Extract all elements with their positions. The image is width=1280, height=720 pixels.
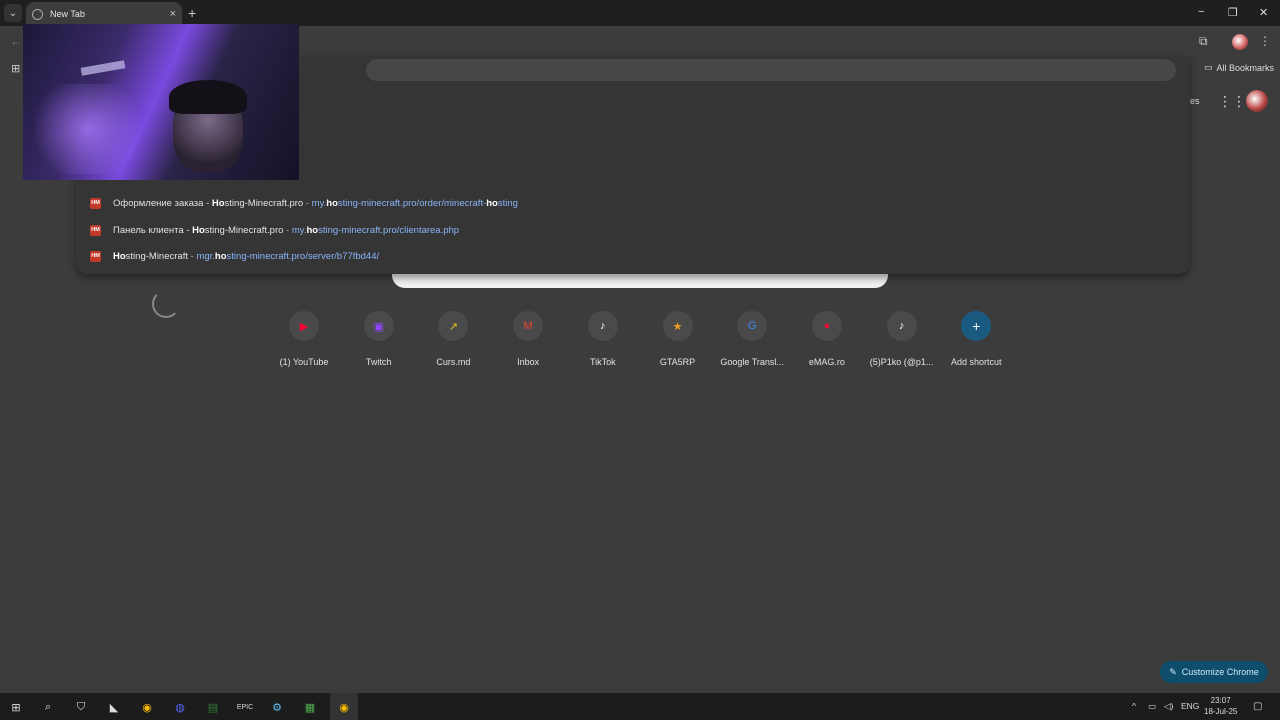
customize-chrome-label: Customize Chrome xyxy=(1181,667,1259,677)
shortcut-label: Inbox xyxy=(517,357,540,367)
chrome-icon[interactable]: ◉ xyxy=(139,699,155,715)
shortcut-favicon-icon: ★ xyxy=(662,311,693,341)
minimize-button[interactable]: − xyxy=(1198,6,1204,18)
shortcut-tile[interactable]: ▶ (1) YouTube xyxy=(266,310,342,367)
shortcut-label: (1) YouTube xyxy=(279,357,329,367)
clock-date: 18-Jul-25 xyxy=(1204,707,1238,716)
plus-icon: + xyxy=(961,311,992,341)
hosting-favicon-icon: HM xyxy=(90,197,101,209)
taskbar-clock[interactable]: 23:07 18-Jul-25 xyxy=(1204,695,1237,717)
shortcuts-grid: ▶ (1) YouTube ▣ Twitch ↗ Curs.md M Inbox ♪ TikTok… xyxy=(266,310,1016,370)
shortcut-label: TikTok xyxy=(589,357,616,367)
restore-button[interactable]: ❐ xyxy=(1228,6,1238,19)
shortcut-favicon-icon: ▶ xyxy=(289,311,319,341)
windows-taskbar: ⊞ ⌕ ⛉ ◣ ◉ ◍ ▤ EPIC ⚙ ▦ ◉ ^ ▭ ◁) ENG ▢ xyxy=(0,693,1280,720)
all-bookmarks-label: All Bookmarks xyxy=(1216,62,1275,73)
security-shield-icon[interactable]: ⛉ xyxy=(73,699,89,715)
suggestion-separator: - xyxy=(283,224,292,236)
suggestion-separator: - xyxy=(187,250,197,262)
suggestion-title: Hosting-Minecraft xyxy=(113,250,188,262)
tray-chevron-icon[interactable]: ^ xyxy=(1132,701,1136,711)
shortcut-tile[interactable]: ↗ Curs.md xyxy=(415,310,491,367)
address-bar-input[interactable] xyxy=(366,59,1176,81)
pencil-icon: ✎ xyxy=(1169,666,1177,677)
suggestion-title: Оформление заказа - Hosting-Minecraft.pr… xyxy=(113,197,304,209)
tab-strip: ⌄ New Tab × + − ❐ ✕ xyxy=(0,0,1280,26)
shortcut-label: Twitch xyxy=(365,357,392,367)
shortcut-tile[interactable]: M Inbox xyxy=(490,310,566,367)
shortcut-favicon-icon: ♪ xyxy=(886,311,917,341)
webcam-overlay xyxy=(23,24,299,180)
clock-time: 23:07 xyxy=(1210,696,1231,705)
menu-dots-icon[interactable]: ⋮ xyxy=(1259,34,1271,48)
network-icon[interactable]: ▭ xyxy=(1148,701,1156,712)
shortcut-label: Curs.md xyxy=(436,357,471,367)
back-arrow-icon[interactable]: ← xyxy=(10,34,22,48)
chevron-down-icon: ⌄ xyxy=(8,7,18,19)
shortcut-label: Add shortcut xyxy=(951,357,1002,367)
suggestion-url: my.hosting-minecraft.pro/order/minecraft… xyxy=(311,197,518,209)
tab-title: New Tab xyxy=(50,9,85,19)
notifications-icon[interactable]: ▢ xyxy=(1253,701,1262,712)
shortcut-label: Google Transl... xyxy=(720,357,784,367)
shortcut-favicon-icon: ▣ xyxy=(363,311,394,341)
customize-chrome-button[interactable]: ✎ Customize Chrome xyxy=(1160,661,1268,683)
minecraft-icon[interactable]: ▦ xyxy=(302,699,318,715)
windows-start-icon[interactable]: ⊞ xyxy=(8,699,24,715)
epic-games-icon[interactable]: EPIC xyxy=(237,699,253,715)
suggestion-url: my.hosting-minecraft.pro/clientarea.php xyxy=(291,224,460,236)
omnibox-suggestion[interactable]: HM Hosting-Minecraft - mgr.hosting-minecr… xyxy=(90,247,379,265)
volume-icon[interactable]: ◁) xyxy=(1164,701,1173,712)
close-window-button[interactable]: ✕ xyxy=(1259,6,1268,19)
profile-avatar[interactable] xyxy=(1232,34,1248,50)
search-icon[interactable]: ⌕ xyxy=(40,699,56,715)
new-tab-button[interactable]: + xyxy=(188,5,196,21)
hosting-favicon-icon: HM xyxy=(90,224,101,236)
suggestion-title: Панель клиента - Hosting-Minecraft.pro xyxy=(113,224,284,236)
tab-search-button[interactable]: ⌄ xyxy=(4,4,22,22)
shortcut-tile[interactable]: ▣ Twitch xyxy=(341,310,417,367)
shortcut-tile[interactable]: ★ GTA5RP xyxy=(640,310,716,367)
steam-icon[interactable]: ⚙ xyxy=(269,699,285,715)
shortcut-favicon-icon: G xyxy=(737,311,768,341)
apps-grid-icon[interactable]: ⊞ xyxy=(11,62,20,75)
app-blue-icon[interactable]: ◣ xyxy=(106,699,122,715)
shortcut-favicon-icon: ● xyxy=(811,311,842,341)
all-bookmarks-button[interactable]: ▭ All Bookmarks xyxy=(1204,62,1274,73)
shortcut-favicon-icon: ♪ xyxy=(587,311,618,341)
discord-icon[interactable]: ◍ xyxy=(172,699,188,715)
shortcut-tile[interactable]: ♪ TikTok xyxy=(565,310,641,367)
globe-icon xyxy=(32,8,43,20)
omnibox-suggestion[interactable]: HM Панель клиента - Hosting-Minecraft.pro… xyxy=(90,221,459,239)
images-link[interactable]: es xyxy=(1190,96,1200,106)
suggestion-separator: - xyxy=(303,197,312,209)
folder-icon: ▭ xyxy=(1204,62,1213,72)
shortcut-tile[interactable]: ● eMAG.ro xyxy=(789,310,865,367)
omnibox-suggestion[interactable]: HM Оформление заказа - Hosting-Minecraft.… xyxy=(90,194,518,212)
shortcut-label: (5)P1ko (@p1... xyxy=(869,357,934,367)
add-shortcut-button[interactable]: + Add shortcut xyxy=(938,310,1014,367)
shortcut-favicon-icon: ↗ xyxy=(438,311,469,341)
account-avatar[interactable] xyxy=(1246,90,1268,112)
shortcut-label: eMAG.ro xyxy=(808,357,845,367)
spreadsheet-icon[interactable]: ▤ xyxy=(205,699,221,715)
suggestion-url: mgr.hosting-minecraft.pro/server/b77fbd4… xyxy=(196,250,380,262)
loading-spinner-icon xyxy=(152,290,180,318)
extensions-icon[interactable]: ⧉ xyxy=(1199,34,1208,49)
shortcut-label: GTA5RP xyxy=(659,357,696,367)
tab-new-tab[interactable]: New Tab × xyxy=(26,2,182,26)
chrome-active-icon[interactable]: ◉ xyxy=(336,699,352,715)
hosting-favicon-icon: HM xyxy=(90,250,101,262)
language-indicator[interactable]: ENG xyxy=(1181,701,1199,711)
shortcut-favicon-icon: M xyxy=(513,311,544,341)
shortcut-tile[interactable]: G Google Transl... xyxy=(714,310,790,367)
shortcut-tile[interactable]: ♪ (5)P1ko (@p1... xyxy=(864,310,940,367)
tab-close-button[interactable]: × xyxy=(170,8,176,20)
